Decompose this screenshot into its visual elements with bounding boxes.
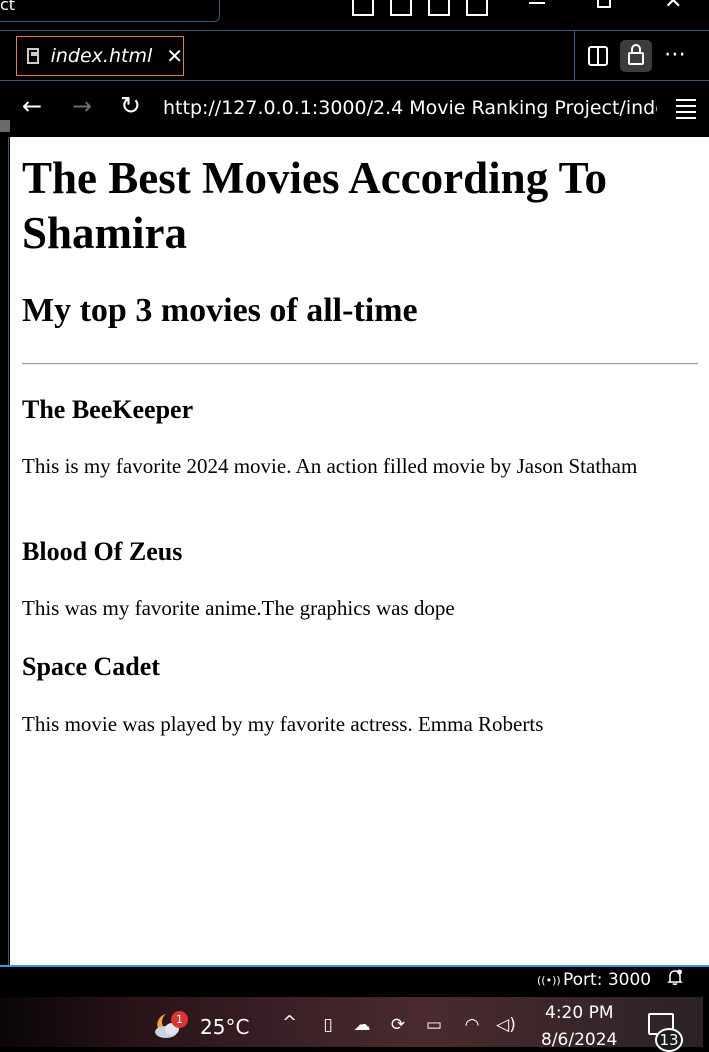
page-viewport: The Best Movies According To Shamira My … <box>10 137 709 965</box>
onedrive-cloud-icon[interactable]: ☁ <box>352 1015 372 1035</box>
show-hidden-icons-icon[interactable]: ^ <box>282 1012 297 1033</box>
live-server-port[interactable]: Port: 3000 <box>563 970 651 990</box>
wifi-icon[interactable]: ◠ <box>462 1015 482 1035</box>
sync-icon[interactable]: ⟳ <box>388 1015 408 1035</box>
scroll-marker <box>0 120 10 132</box>
reload-icon[interactable]: ↻ <box>120 91 141 120</box>
camera-icon[interactable]: ▯ <box>318 1015 338 1035</box>
layout-left-icon[interactable] <box>352 0 374 16</box>
movie-description: This was my favorite anime.The graphics … <box>22 596 455 620</box>
address-bar[interactable]: http://127.0.0.1:3000/2.4 Movie Ranking … <box>163 97 657 119</box>
volume-icon[interactable]: ◁) <box>496 1015 516 1035</box>
close-icon[interactable]: ✕ <box>664 0 682 13</box>
weather-alert-badge: 1 <box>171 1011 188 1028</box>
forward-arrow-icon[interactable]: → <box>72 92 92 120</box>
temperature[interactable]: 25°C <box>200 1015 249 1039</box>
split-editor-icon[interactable] <box>588 46 608 66</box>
layout-split-icon[interactable] <box>428 0 450 16</box>
movie-description: This is my favorite 2024 movie. An actio… <box>22 454 638 478</box>
battery-icon[interactable]: ▭ <box>424 1015 444 1035</box>
page-subtitle: My top 3 movies of all-time <box>22 292 418 329</box>
hamburger-menu-icon[interactable] <box>676 99 696 123</box>
movie-title: Blood Of Zeus <box>22 537 183 566</box>
snap-layout-icons <box>352 0 488 16</box>
more-actions-icon[interactable]: ⋯ <box>664 42 687 67</box>
movie-description: This movie was played by my favorite act… <box>22 712 544 736</box>
window-title-box[interactable] <box>0 0 220 22</box>
screen-edge <box>703 997 709 1047</box>
minimize-icon[interactable] <box>529 2 545 4</box>
layout-grid-icon[interactable] <box>466 0 488 16</box>
movie-title: Space Cadet <box>22 652 160 681</box>
maximize-icon[interactable] <box>597 0 611 8</box>
page-title: The Best Movies According To Shamira <box>22 153 608 258</box>
tab-label: index.html <box>50 45 153 67</box>
preview-icon <box>27 48 39 64</box>
tab-close-icon[interactable]: ✕ <box>166 44 183 68</box>
tab-divider <box>574 31 575 80</box>
horizontal-rule <box>22 363 698 365</box>
broadcast-icon: ((•)) <box>537 974 561 987</box>
notification-count-badge: 13 <box>655 1028 683 1052</box>
back-arrow-icon[interactable]: ← <box>22 92 42 120</box>
window-title-fragment: ct <box>0 0 16 14</box>
lock-icon <box>628 52 644 65</box>
gutter-divider <box>8 137 9 965</box>
notification-bell-icon[interactable] <box>667 969 683 986</box>
tab-index-html[interactable]: index.html ✕ <box>16 36 184 76</box>
clock-date[interactable]: 8/6/2024 <box>541 1030 617 1050</box>
clock-time[interactable]: 4:20 PM <box>545 1003 614 1023</box>
layout-top-icon[interactable] <box>390 0 412 16</box>
movie-title: The BeeKeeper <box>22 395 194 424</box>
